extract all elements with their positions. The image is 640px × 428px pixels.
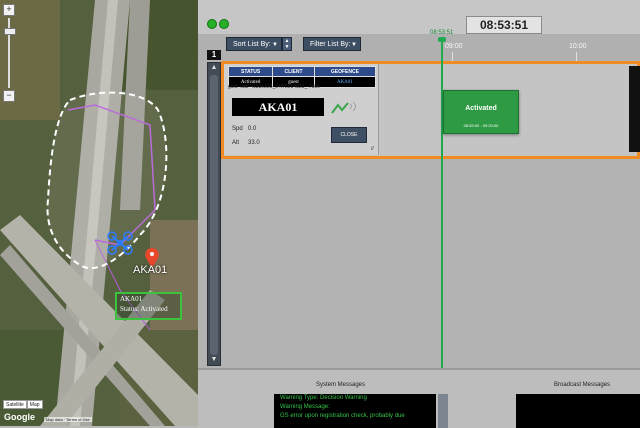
close-button[interactable]: CLOSE — [331, 127, 367, 143]
map-type-control[interactable]: Satellite Map — [3, 400, 43, 409]
zoom-control[interactable]: + − — [3, 4, 16, 102]
scrollbar-thumb[interactable] — [210, 75, 218, 355]
next-event-block[interactable] — [629, 66, 640, 152]
timeline-tick-label: 10:00 — [569, 43, 587, 50]
system-message-line: Warning Message: — [280, 404, 330, 410]
geofence-value[interactable]: AKA01 — [313, 76, 377, 88]
zoom-in-button[interactable]: + — [3, 4, 15, 16]
current-time-line — [441, 37, 443, 368]
system-messages-scrollbar[interactable] — [438, 394, 448, 428]
card-corner-mark: // — [371, 146, 374, 152]
aircraft-map-label: AKA01 — [133, 264, 168, 276]
filter-list-dropdown[interactable]: Filter List By: ▼ — [303, 37, 361, 51]
zoom-out-button[interactable]: − — [3, 90, 15, 102]
map-type-satellite[interactable]: Satellite — [3, 400, 27, 409]
scroll-down-icon[interactable]: ▼ — [208, 355, 220, 365]
chevron-down-icon: ▼ — [272, 42, 278, 48]
broadcast-messages-title: Broadcast Messages — [554, 382, 611, 388]
flight-callsign: AKA01 — [232, 98, 324, 116]
map-panel[interactable]: + − AKA01 AKA01 Status: Activated Satell… — [0, 0, 198, 426]
window-button-1[interactable] — [207, 19, 217, 29]
flight-guid: guid: 0a8-4133e228_34f75014823_-7d0e — [228, 84, 321, 90]
event-time-range: 08:53:00 - 09:20:00 — [463, 123, 499, 128]
map-copyright: Map data · Terms of Use — [44, 417, 92, 422]
current-time-clock: 08:53:51 — [466, 16, 542, 34]
sort-list-dropdown[interactable]: Sort List By: ▼ — [226, 37, 282, 51]
spinner-down-icon[interactable]: ▼ — [283, 44, 291, 50]
event-title: Activated — [465, 105, 497, 112]
list-scrollbar[interactable]: ▲ ▼ — [207, 62, 221, 366]
speed-value: 0.0 — [248, 126, 257, 132]
speed-field: Spd 0.0 — [232, 126, 256, 132]
info-box-status: Status: Activated — [120, 305, 168, 313]
timeline-tick-label: 09:00 — [445, 43, 463, 50]
column-status: STATUS — [227, 66, 274, 77]
info-box-callsign: AKA01 — [120, 295, 143, 303]
sort-list-label: Sort List By: — [233, 41, 271, 48]
speed-label: Spd — [232, 126, 243, 132]
window-button-2[interactable] — [219, 19, 229, 29]
zoom-slider-handle[interactable] — [4, 28, 16, 35]
system-message-line: GS error upon registration check, probab… — [280, 413, 405, 419]
row-number-tab[interactable]: 1 — [207, 50, 221, 60]
system-messages-title: System Messages — [316, 382, 366, 388]
broadcast-messages-list[interactable] — [516, 394, 640, 428]
map-type-map[interactable]: Map — [26, 400, 43, 409]
filter-list-label: Filter List By: — [310, 41, 351, 48]
column-client: CLIENT — [272, 66, 315, 77]
top-bar: 08:53:51 — [198, 0, 640, 34]
activation-event-block[interactable]: Activated 08:53:00 - 09:20:00 — [443, 90, 519, 134]
system-message-line: Warning Type: Decision Warning — [280, 395, 367, 401]
google-logo: Google — [4, 412, 35, 422]
chevron-down-icon: ▼ — [351, 42, 357, 48]
aircraft-info-box[interactable]: AKA01 Status: Activated — [115, 292, 182, 320]
now-time-label: 08:53:51 — [430, 30, 454, 36]
sort-order-spinner[interactable]: ▲ ▼ — [282, 37, 292, 51]
satellite-map[interactable] — [0, 0, 198, 426]
altitude-label: Alt — [232, 140, 240, 146]
altitude-value: 33.0 — [248, 140, 260, 146]
flight-card[interactable]: STATUS CLIENT GEOFENCE Activated guest A… — [224, 64, 379, 155]
altitude-field: Alt 33.0 — [232, 140, 260, 146]
signal-logo-icon — [331, 101, 356, 114]
scroll-up-icon[interactable]: ▲ — [208, 63, 220, 73]
column-geofence: GEOFENCE — [313, 66, 377, 77]
tracking-app: 08:53:51 Sort List By: ▼ ▲ ▼ Filter List… — [198, 0, 640, 428]
system-messages-list[interactable]: Warning Type: Decision Warning Warning M… — [274, 394, 436, 428]
messages-area: System Messages Warning Type: Decision W… — [198, 368, 640, 428]
